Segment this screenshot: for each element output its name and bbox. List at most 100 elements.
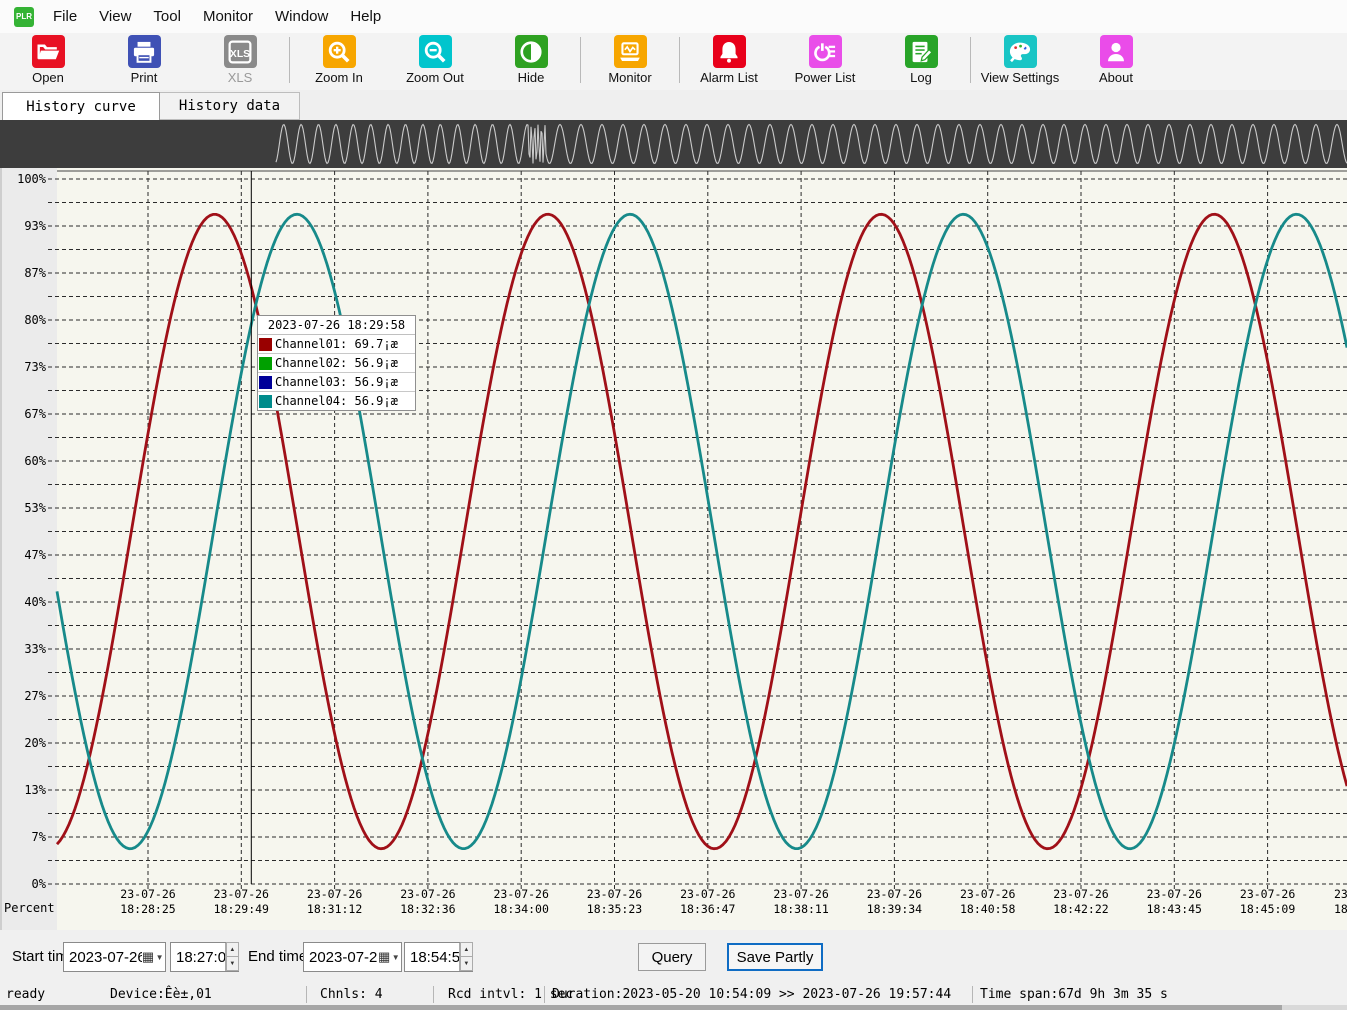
menu-item-tool[interactable]: Tool bbox=[142, 0, 192, 33]
x-axis-label-time: 18:39:34 bbox=[867, 902, 922, 916]
menu-item-view[interactable]: View bbox=[88, 0, 142, 33]
status-time-span: Time span:67d 9h 3m 35 s bbox=[980, 987, 1168, 1002]
channel-color-swatch bbox=[259, 376, 272, 389]
tooltip-row: Channel03: 56.9¡æ bbox=[258, 373, 415, 392]
x-axis-label-date: 23-07-26 bbox=[214, 887, 269, 901]
toolbar-button-label: Zoom Out bbox=[406, 70, 464, 85]
toolbar-button-xls[interactable]: XLS XLS bbox=[192, 33, 288, 89]
channel-color-swatch bbox=[259, 395, 272, 408]
xls-icon: XLS bbox=[224, 35, 257, 68]
toolbar-button-label: Open bbox=[32, 70, 64, 85]
minimap-waveform[interactable] bbox=[0, 120, 1347, 168]
y-axis-label: 93% bbox=[24, 219, 46, 233]
x-axis-label-date: 23-07-26 bbox=[1053, 887, 1108, 901]
calendar-icon[interactable]: ▦ bbox=[378, 943, 390, 971]
menu-bar: PLR FileViewToolMonitorWindowHelp bbox=[0, 0, 1347, 34]
y-axis-label: 47% bbox=[24, 548, 46, 562]
end-date-input[interactable] bbox=[304, 943, 378, 971]
x-axis-label-time: 18:43:45 bbox=[1147, 902, 1202, 916]
x-axis-label-date: 23-07-26 bbox=[680, 887, 735, 901]
tab-bar: History curveHistory data bbox=[0, 90, 1347, 120]
x-axis-label-date: 23-07-26 bbox=[307, 887, 362, 901]
app-window: PLR FileViewToolMonitorWindowHelp Open Pr… bbox=[0, 0, 1347, 1010]
menu-item-file[interactable]: File bbox=[42, 0, 88, 33]
statusbar-separator bbox=[433, 986, 434, 1003]
tooltip-channel-value: Channel01: 69.7¡æ bbox=[275, 337, 398, 351]
y-axis-label: 13% bbox=[24, 783, 46, 797]
menu-item-monitor[interactable]: Monitor bbox=[192, 0, 264, 33]
y-axis-label: 27% bbox=[24, 689, 46, 703]
status-device: Device:Êè±‚01 bbox=[110, 987, 212, 1002]
toolbar-button-zoom-in[interactable]: Zoom In bbox=[291, 33, 387, 89]
zoom-out-icon bbox=[419, 35, 452, 68]
toolbar-button-log[interactable]: Log bbox=[873, 33, 969, 89]
chevron-down-icon[interactable]: ▼ bbox=[154, 943, 165, 971]
statusbar-separator bbox=[544, 986, 545, 1003]
y-axis-label: 0% bbox=[32, 877, 47, 891]
spinner-up-icon[interactable]: ▲ bbox=[460, 942, 473, 957]
menu-item-help[interactable]: Help bbox=[339, 0, 392, 33]
y-axis-label: 40% bbox=[24, 595, 46, 609]
alarm-icon bbox=[713, 35, 746, 68]
toolbar-button-label: Alarm List bbox=[700, 70, 758, 85]
chart-plot-area[interactable] bbox=[0, 168, 1347, 930]
tooltip-channel-value: Channel04: 56.9¡æ bbox=[275, 394, 398, 408]
toolbar-button-view-settings[interactable]: View Settings bbox=[972, 33, 1068, 89]
toolbar-separator bbox=[289, 37, 290, 83]
menu-item-window[interactable]: Window bbox=[264, 0, 339, 33]
start-date-input[interactable] bbox=[64, 943, 142, 971]
x-axis-label-date: 23-07-26 bbox=[773, 887, 828, 901]
monitor-icon bbox=[614, 35, 647, 68]
toolbar-button-print[interactable]: Print bbox=[96, 33, 192, 89]
menu-items: FileViewToolMonitorWindowHelp bbox=[42, 0, 392, 33]
end-time-label: End time bbox=[248, 930, 307, 984]
folder-open-icon bbox=[32, 35, 65, 68]
x-axis-label-time: 18:29:49 bbox=[214, 902, 269, 916]
toolbar-button-alarm-list[interactable]: Alarm List bbox=[681, 33, 777, 89]
power-list-icon bbox=[809, 35, 842, 68]
y-axis-label: 33% bbox=[24, 642, 46, 656]
toolbar-button-hide[interactable]: Hide bbox=[483, 33, 579, 89]
channel-color-swatch bbox=[259, 357, 272, 370]
calendar-icon[interactable]: ▦ bbox=[142, 943, 154, 971]
x-axis-label-time: 18:42:22 bbox=[1053, 902, 1108, 916]
status-duration: Duration:2023-05-20 10:54:09 >> 2023-07-… bbox=[552, 987, 951, 1002]
end-time-spinner: ▲ ▼ bbox=[459, 943, 472, 971]
toolbar-button-monitor[interactable]: Monitor bbox=[582, 33, 678, 89]
end-date-field: ▦ ▼ bbox=[303, 942, 402, 972]
save-partly-button[interactable]: Save Partly bbox=[727, 943, 823, 971]
person-icon bbox=[1100, 35, 1133, 68]
toolbar-button-label: XLS bbox=[228, 70, 253, 85]
x-axis-label-time: 18:34:00 bbox=[494, 902, 549, 916]
query-button[interactable]: Query bbox=[638, 943, 706, 971]
y-axis-label: 73% bbox=[24, 360, 46, 374]
toolbar-button-open[interactable]: Open bbox=[0, 33, 96, 89]
toolbar-button-about[interactable]: About bbox=[1068, 33, 1164, 89]
x-axis-label-date: 23-07-26 bbox=[587, 887, 642, 901]
spinner-up-icon[interactable]: ▲ bbox=[226, 942, 239, 957]
toolbar-button-label: Print bbox=[131, 70, 158, 85]
x-axis-label-time: 18:28:25 bbox=[120, 902, 175, 916]
controls-bar: Start time ▦ ▼ ▲ ▼ End time ▦ ▼ ▲ ▼ Quer bbox=[0, 930, 1347, 984]
toolbar-button-power-list[interactable]: Power List bbox=[777, 33, 873, 89]
spinner-down-icon[interactable]: ▼ bbox=[226, 956, 239, 971]
end-time-input[interactable] bbox=[405, 943, 459, 971]
chart-tooltip: 2023-07-26 18:29:58 Channel01: 69.7¡æCha… bbox=[257, 315, 416, 411]
spinner-down-icon[interactable]: ▼ bbox=[460, 956, 473, 971]
chevron-down-icon[interactable]: ▼ bbox=[390, 943, 401, 971]
end-time-field: ▲ ▼ bbox=[404, 942, 473, 972]
status-ready: ready bbox=[6, 987, 45, 1002]
x-axis-label-time: 18:35:23 bbox=[587, 902, 642, 916]
y-axis-label: 53% bbox=[24, 501, 46, 515]
toolbar-button-label: Log bbox=[910, 70, 932, 85]
start-time-input[interactable] bbox=[171, 943, 225, 971]
start-time-spinner: ▲ ▼ bbox=[225, 943, 238, 971]
palette-icon bbox=[1004, 35, 1037, 68]
statusbar-grip bbox=[0, 1005, 1282, 1010]
tab-history-data[interactable]: History data bbox=[160, 92, 300, 120]
minimap[interactable] bbox=[0, 120, 1347, 168]
toolbar-separator bbox=[970, 37, 971, 83]
tab-history-curve[interactable]: History curve bbox=[2, 92, 160, 120]
x-axis-label-date: 23-07-26 bbox=[120, 887, 175, 901]
toolbar-button-zoom-out[interactable]: Zoom Out bbox=[387, 33, 483, 89]
